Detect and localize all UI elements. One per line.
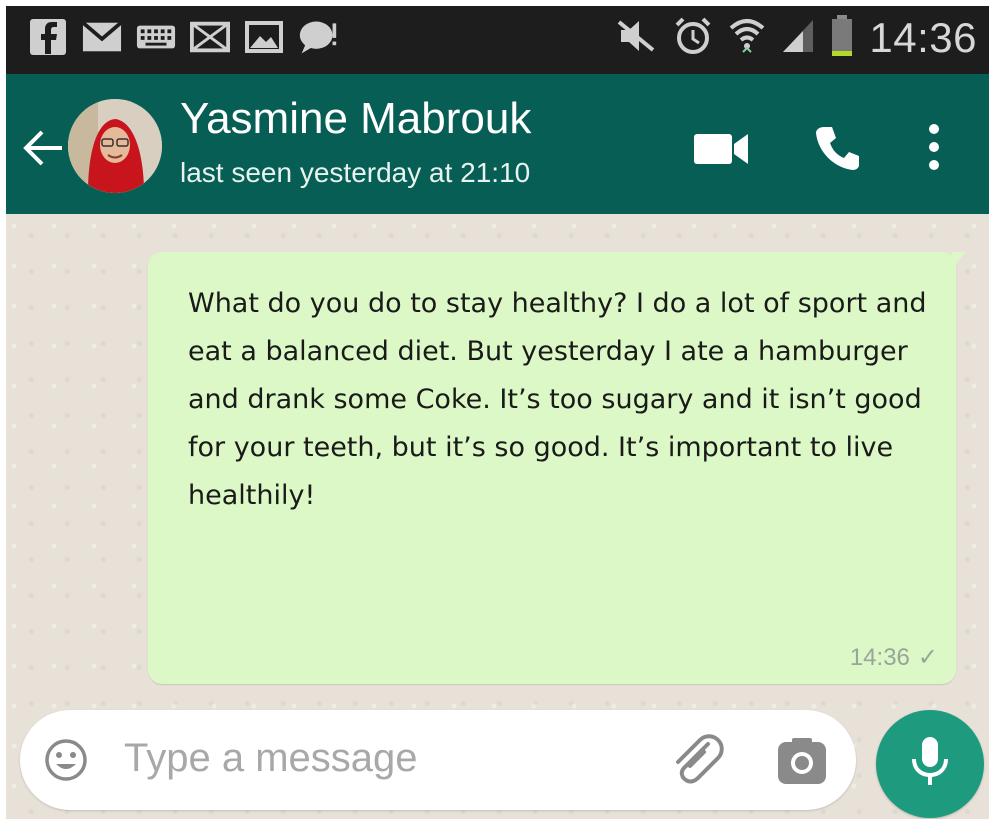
keyboard-icon <box>136 18 176 56</box>
avatar[interactable] <box>68 99 162 193</box>
chat-header: Yasmine Mabrouk last seen yesterday at 2… <box>6 74 989 214</box>
message-input[interactable]: Type a message <box>124 736 418 781</box>
emoji-icon[interactable] <box>44 738 88 782</box>
message-time: 14:36 <box>849 643 910 671</box>
voice-call-icon[interactable] <box>814 124 862 176</box>
contact-name[interactable]: Yasmine Mabrouk <box>180 94 531 144</box>
microphone-icon <box>910 735 950 793</box>
voice-record-button[interactable] <box>876 710 984 818</box>
status-time: 14:36 <box>869 14 977 61</box>
facebook-icon <box>28 18 68 56</box>
status-bar: 14:36 <box>6 6 989 74</box>
battery-icon <box>831 15 853 61</box>
outgoing-message-bubble[interactable]: What do you do to stay healthy? I do a l… <box>148 252 966 684</box>
message-text: What do you do to stay healthy? I do a l… <box>188 288 927 511</box>
wifi-icon <box>729 16 765 60</box>
back-arrow-icon[interactable] <box>18 124 66 172</box>
email-icon <box>82 18 122 56</box>
mute-icon <box>617 18 657 58</box>
phone-screen: 14:36 Yasmine Mabrouk last seen yesterda… <box>6 6 989 819</box>
more-options-icon[interactable] <box>926 122 942 176</box>
mail-icon <box>190 18 230 56</box>
system-icons: 14:36 <box>617 14 977 62</box>
attachment-paperclip-icon[interactable] <box>670 732 724 788</box>
message-input-bar: Type a message <box>20 710 856 810</box>
video-call-icon[interactable] <box>694 132 750 170</box>
signal-icon <box>781 18 815 58</box>
notification-icons <box>28 18 338 56</box>
image-icon <box>244 18 284 56</box>
alarm-icon <box>673 16 713 60</box>
chat-bubble-icon <box>298 18 338 56</box>
sent-check-icon: ✓ <box>917 644 938 671</box>
camera-icon[interactable] <box>776 736 828 786</box>
chat-area: What do you do to stay healthy? I do a l… <box>6 214 989 819</box>
last-seen-status: last seen yesterday at 21:10 <box>180 157 531 188</box>
message-meta: 14:36 ✓ <box>850 643 938 672</box>
